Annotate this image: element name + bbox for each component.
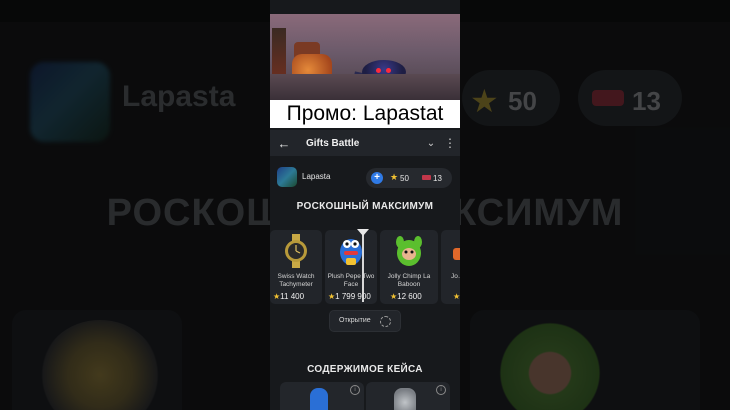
star-icon: ★ bbox=[390, 172, 399, 182]
pepe-thumb-image bbox=[310, 388, 328, 410]
pepe-plush-image bbox=[340, 239, 362, 265]
loading-spinner-icon bbox=[380, 316, 391, 327]
chevron-down-icon[interactable]: ⌄ bbox=[422, 138, 440, 149]
prize-card: Plush Pepe Two Face ★1 799 900 bbox=[325, 230, 377, 304]
avatar[interactable] bbox=[277, 167, 297, 187]
video-spider-eye bbox=[376, 68, 381, 73]
prize-price-value: 11 400 bbox=[280, 292, 305, 301]
prize-carousel: Swiss Watch Tachymeter ★11 400 Plush Pep… bbox=[270, 230, 460, 304]
open-case-button[interactable]: Открытие bbox=[329, 310, 401, 332]
case-contents-title: СОДЕРЖИМОЕ КЕЙСА bbox=[307, 364, 423, 375]
prize-price: ★ bbox=[453, 292, 460, 301]
user-row: Lapasta + ★ 50 13 bbox=[270, 164, 460, 190]
promo-banner: Промо: Lapastat bbox=[270, 100, 460, 128]
add-balance-icon[interactable]: + bbox=[371, 172, 383, 184]
case-contents-grid: i i bbox=[270, 382, 460, 410]
more-menu-icon[interactable]: ⋮ bbox=[440, 136, 460, 150]
prize-name: Jolly Chimp La Baboon bbox=[387, 273, 431, 288]
prize-card: Swiss Watch Tachymeter ★11 400 bbox=[270, 230, 322, 304]
app-title: Gifts Battle bbox=[306, 137, 360, 149]
content-card[interactable]: i bbox=[366, 382, 450, 410]
prize-name: Swiss Watch Tachymeter bbox=[277, 273, 315, 288]
stars-count: 50 bbox=[400, 174, 409, 183]
watch-image bbox=[285, 234, 307, 268]
prize-price: ★12 600 bbox=[390, 292, 422, 301]
info-icon[interactable]: i bbox=[350, 385, 360, 395]
video-ground bbox=[270, 74, 460, 100]
app-bar: ← Gifts Battle ⌄ ⋮ bbox=[270, 130, 460, 156]
tickets-count: 13 bbox=[433, 174, 442, 183]
partial-prize-image bbox=[453, 248, 460, 260]
prize-price-value: 1 799 900 bbox=[335, 292, 371, 301]
info-icon[interactable]: i bbox=[436, 385, 446, 395]
phone-screen: Промо: Lapastat ← Gifts Battle ⌄ ⋮ Lapas… bbox=[270, 0, 460, 410]
shade-left bbox=[0, 0, 270, 410]
ticket-icon bbox=[422, 175, 431, 180]
roulette-pointer bbox=[362, 230, 364, 302]
video-spider-eye bbox=[386, 68, 391, 73]
roulette-section-title: РОСКОШНЫЙ МАКСИМУМ bbox=[296, 201, 434, 212]
gameplay-video-clip bbox=[270, 14, 460, 100]
wolf-thumb-image bbox=[394, 388, 416, 410]
star-icon: ★ bbox=[453, 292, 460, 301]
balance-pill[interactable]: + ★ 50 13 bbox=[366, 168, 452, 188]
prize-price: ★1 799 900 bbox=[328, 292, 371, 301]
monkey-image bbox=[396, 236, 422, 266]
prize-card: Jolly Chimp La Baboon ★12 600 bbox=[380, 230, 438, 304]
prize-price: ★11 400 bbox=[273, 292, 304, 301]
prize-price-value: 12 600 bbox=[397, 292, 422, 301]
prize-name: Jo… Sn… bbox=[451, 273, 460, 280]
prize-card: Jo… Sn… ★ bbox=[441, 230, 460, 304]
back-arrow-icon[interactable]: ← bbox=[270, 136, 298, 151]
open-case-label: Открытие bbox=[339, 317, 371, 324]
roulette-pointer-head bbox=[357, 229, 369, 236]
username: Lapasta bbox=[302, 172, 331, 181]
content-card[interactable]: i bbox=[280, 382, 364, 410]
shade-right bbox=[460, 0, 730, 410]
prize-name: Plush Pepe Two Face bbox=[327, 273, 375, 288]
